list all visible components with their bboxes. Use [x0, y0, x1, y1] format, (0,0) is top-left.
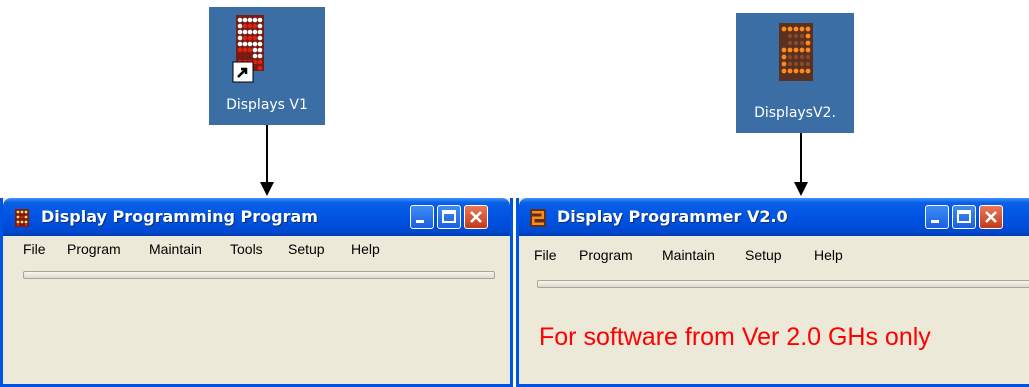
minimize-button[interactable] — [925, 205, 949, 229]
close-button[interactable] — [979, 205, 1003, 229]
desktop-icon-label: DisplaysV2. — [754, 105, 836, 121]
menu-bar: File Program Maintain Tools Setup Help — [3, 236, 510, 262]
window-display-programming-program: Display Programming Program File Program… — [0, 198, 513, 387]
desktop-icon-displays-v1[interactable]: Displays V1 — [209, 7, 325, 125]
desktop-icon-displays-v2[interactable]: DisplaysV2. — [736, 13, 854, 133]
window-title: Display Programmer V2.0 — [557, 207, 788, 226]
close-icon — [985, 211, 997, 223]
window-display-programmer-v2: Display Programmer V2.0 File Program Mai… — [516, 198, 1029, 387]
menu-help[interactable]: Help — [814, 247, 843, 263]
menu-file[interactable]: File — [534, 247, 557, 263]
menu-program[interactable]: Program — [67, 241, 121, 257]
shortcut-arrow-icon — [232, 61, 254, 83]
close-icon — [470, 211, 482, 223]
window-title: Display Programming Program — [41, 207, 318, 226]
menu-maintain[interactable]: Maintain — [662, 247, 715, 263]
minimize-icon — [416, 220, 424, 223]
maximize-button[interactable] — [952, 205, 976, 229]
toolbar-strip — [537, 280, 1029, 288]
menu-file[interactable]: File — [23, 241, 46, 257]
menu-tools[interactable]: Tools — [230, 241, 263, 257]
led-matrix-icon — [236, 15, 264, 71]
maximize-icon — [957, 210, 971, 223]
minimize-icon — [931, 220, 939, 223]
title-bar[interactable]: Display Programming Program — [3, 198, 510, 236]
toolbar-strip — [23, 271, 495, 279]
menu-setup[interactable]: Setup — [288, 241, 325, 257]
maximize-icon — [442, 210, 456, 223]
menu-setup[interactable]: Setup — [745, 247, 782, 263]
maximize-button[interactable] — [437, 205, 461, 229]
led-matrix-icon — [530, 209, 546, 227]
desktop-icon-label: Displays V1 — [226, 97, 308, 113]
led-matrix-icon — [15, 209, 29, 227]
minimize-button[interactable] — [410, 205, 434, 229]
title-bar[interactable]: Display Programmer V2.0 — [519, 198, 1029, 236]
menu-program[interactable]: Program — [579, 247, 633, 263]
led-matrix-icon — [779, 23, 813, 81]
menu-maintain[interactable]: Maintain — [149, 241, 202, 257]
menu-bar: File Program Maintain Setup Help — [519, 242, 1029, 268]
close-button[interactable] — [464, 205, 488, 229]
menu-help[interactable]: Help — [351, 241, 380, 257]
version-notice: For software from Ver 2.0 GHs only — [539, 323, 931, 351]
